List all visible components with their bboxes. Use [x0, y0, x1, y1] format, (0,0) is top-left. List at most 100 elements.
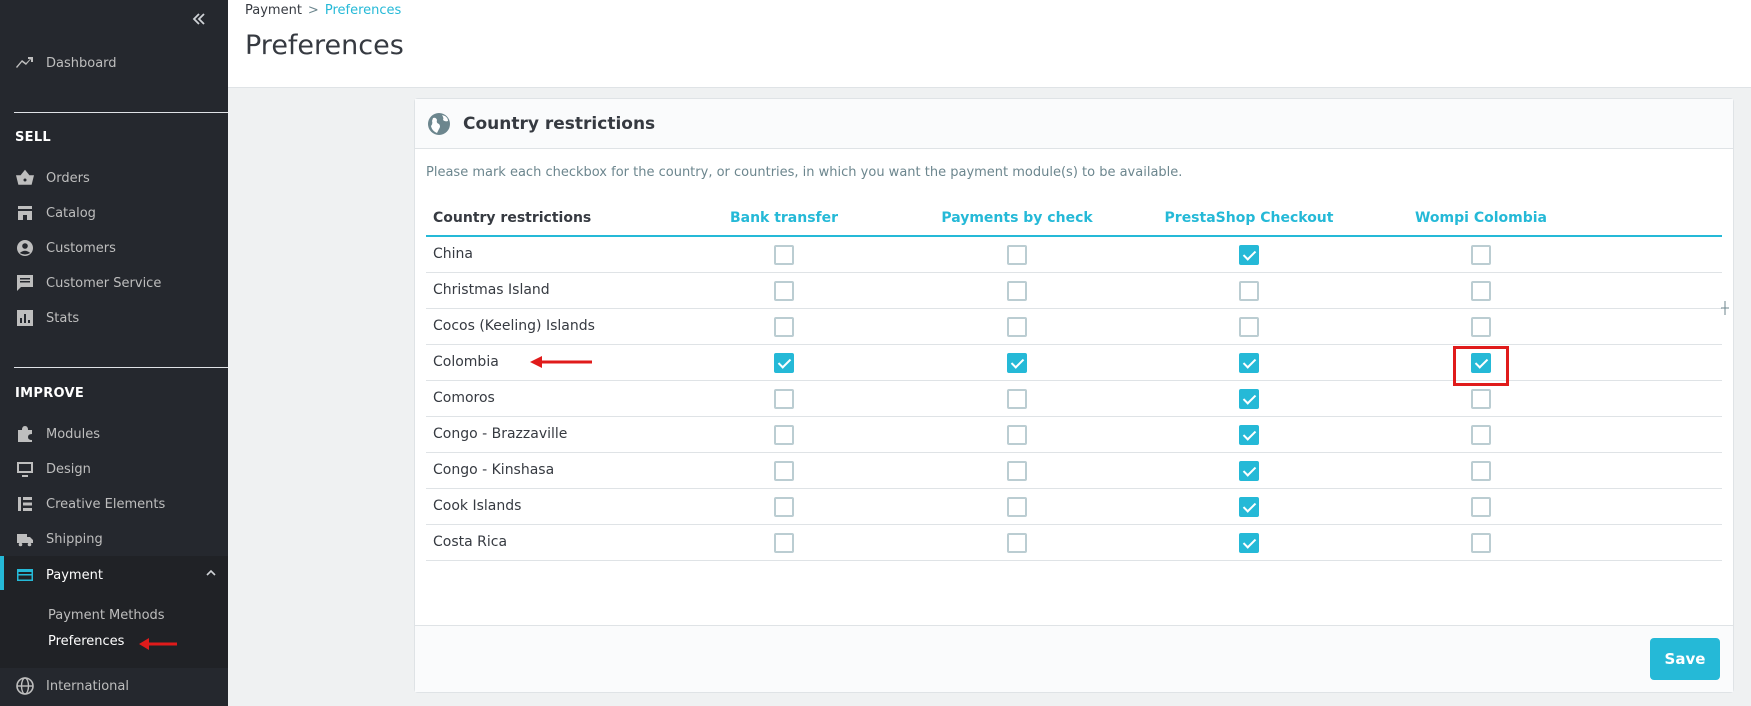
country-name: Congo - Kinshasa [433, 462, 555, 478]
country-module-checkbox[interactable] [1007, 461, 1027, 481]
column-header-module[interactable]: Payments by check [941, 210, 1092, 226]
country-module-checkbox[interactable] [1007, 497, 1027, 517]
international-icon [16, 677, 34, 695]
country-module-checkbox[interactable] [1007, 317, 1027, 337]
column-header-country: Country restrictions [433, 210, 592, 226]
country-module-checkbox[interactable] [1007, 389, 1027, 409]
country-module-checkbox[interactable] [1239, 245, 1259, 265]
country-module-checkbox[interactable] [1471, 245, 1491, 265]
country-module-checkbox[interactable] [1007, 281, 1027, 301]
card-description: Please mark each checkbox for the countr… [426, 165, 1183, 180]
save-button[interactable]: Save [1650, 638, 1720, 680]
card-title: Country restrictions [463, 113, 656, 134]
country-module-checkbox[interactable] [1471, 497, 1491, 517]
sidebar-item-label: Catalog [46, 205, 96, 221]
chevron-up-icon [204, 566, 218, 580]
country-module-checkbox[interactable] [1471, 281, 1491, 301]
sidebar-item-international[interactable]: International [0, 669, 228, 703]
sidebar-item-orders[interactable]: Orders [0, 161, 228, 195]
country-module-checkbox[interactable] [774, 281, 794, 301]
sidebar-item-catalog[interactable]: Catalog [0, 196, 228, 230]
sidebar: Dashboard SELL Orders Catalog Customers … [0, 0, 228, 706]
submenu-item-payment-methods[interactable]: Payment Methods [48, 608, 165, 623]
country-module-checkbox[interactable] [1471, 461, 1491, 481]
table-row: China [426, 237, 1722, 273]
sidebar-item-label: Dashboard [46, 55, 117, 71]
country-module-checkbox[interactable] [774, 497, 794, 517]
table-row: Colombia [426, 345, 1722, 386]
page-title: Preferences [245, 30, 404, 61]
country-name: Cocos (Keeling) Islands [433, 318, 595, 334]
catalog-icon [16, 204, 34, 222]
submenu-item-preferences[interactable]: Preferences [48, 634, 124, 649]
sidebar-item-customer-service[interactable]: Customer Service [0, 266, 228, 300]
red-highlight-box [1453, 346, 1509, 386]
country-module-checkbox[interactable] [1239, 461, 1259, 481]
table-header: Country restrictions Bank transfer Paymen… [426, 201, 1722, 237]
red-arrow-annotation [530, 356, 592, 368]
country-module-checkbox[interactable] [1007, 245, 1027, 265]
table-row: Costa Rica [426, 525, 1722, 561]
country-module-checkbox[interactable] [774, 353, 794, 373]
sidebar-item-dashboard[interactable]: Dashboard [0, 46, 228, 80]
country-name: Comoros [433, 390, 495, 406]
country-module-checkbox[interactable] [1471, 533, 1491, 553]
shipping-icon [16, 530, 34, 548]
country-module-checkbox[interactable] [774, 533, 794, 553]
country-module-checkbox[interactable] [1471, 389, 1491, 409]
country-name: Cook Islands [433, 498, 522, 514]
sidebar-item-modules[interactable]: Modules [0, 417, 228, 451]
country-name: Costa Rica [433, 534, 508, 550]
sidebar-item-label: Shipping [46, 531, 103, 547]
country-module-checkbox[interactable] [1007, 425, 1027, 445]
country-module-checkbox[interactable] [774, 389, 794, 409]
country-module-checkbox[interactable] [774, 425, 794, 445]
card-header: Country restrictions [415, 99, 1733, 149]
country-module-checkbox[interactable] [1471, 317, 1491, 337]
country-module-checkbox[interactable] [1239, 353, 1259, 373]
table-body: China Christmas Island Cocos (Keeling) Isl… [426, 237, 1722, 561]
country-name: Christmas Island [433, 282, 550, 298]
sidebar-item-shipping[interactable]: Shipping [0, 522, 228, 556]
sidebar-item-label: Modules [46, 426, 101, 442]
country-module-checkbox[interactable] [1239, 533, 1259, 553]
design-icon [16, 460, 34, 478]
breadcrumb-current[interactable]: Preferences [325, 3, 401, 18]
stats-icon [16, 309, 34, 327]
sidebar-item-stats[interactable]: Stats [0, 301, 228, 335]
country-module-checkbox[interactable] [1239, 389, 1259, 409]
breadcrumb: Payment > Preferences [245, 3, 401, 18]
globe-icon [427, 112, 451, 136]
sidebar-item-payment[interactable]: Payment [0, 556, 228, 594]
table-row: Comoros [426, 381, 1722, 417]
country-module-checkbox[interactable] [1007, 353, 1027, 373]
country-module-checkbox[interactable] [1239, 317, 1259, 337]
column-header-module[interactable]: Bank transfer [730, 210, 838, 226]
sidebar-item-label: Customers [46, 240, 116, 256]
breadcrumb-parent[interactable]: Payment [245, 3, 302, 18]
country-module-checkbox[interactable] [1239, 425, 1259, 445]
country-module-checkbox[interactable] [1471, 425, 1491, 445]
table-row: Christmas Island [426, 273, 1722, 309]
dashboard-icon [16, 54, 34, 72]
country-module-checkbox[interactable] [1239, 281, 1259, 301]
country-module-checkbox[interactable] [774, 317, 794, 337]
payment-icon [16, 566, 34, 584]
sidebar-item-label: Creative Elements [46, 496, 166, 512]
sidebar-divider [14, 112, 228, 113]
table-row: Cook Islands [426, 489, 1722, 525]
sidebar-item-creative-elements[interactable]: Creative Elements [0, 487, 228, 521]
sidebar-item-label: Customer Service [46, 275, 162, 291]
country-module-checkbox[interactable] [774, 461, 794, 481]
collapse-icon[interactable] [190, 10, 208, 28]
country-module-checkbox[interactable] [774, 245, 794, 265]
column-header-module[interactable]: PrestaShop Checkout [1165, 210, 1334, 226]
table-row: Congo - Kinshasa [426, 453, 1722, 489]
column-header-module[interactable]: Wompi Colombia [1415, 210, 1547, 226]
country-module-checkbox[interactable] [1239, 497, 1259, 517]
sidebar-item-customers[interactable]: Customers [0, 231, 228, 265]
sidebar-item-design[interactable]: Design [0, 452, 228, 486]
country-module-checkbox[interactable] [1007, 533, 1027, 553]
orders-icon [16, 169, 34, 187]
sidebar-item-label: Stats [46, 310, 80, 326]
